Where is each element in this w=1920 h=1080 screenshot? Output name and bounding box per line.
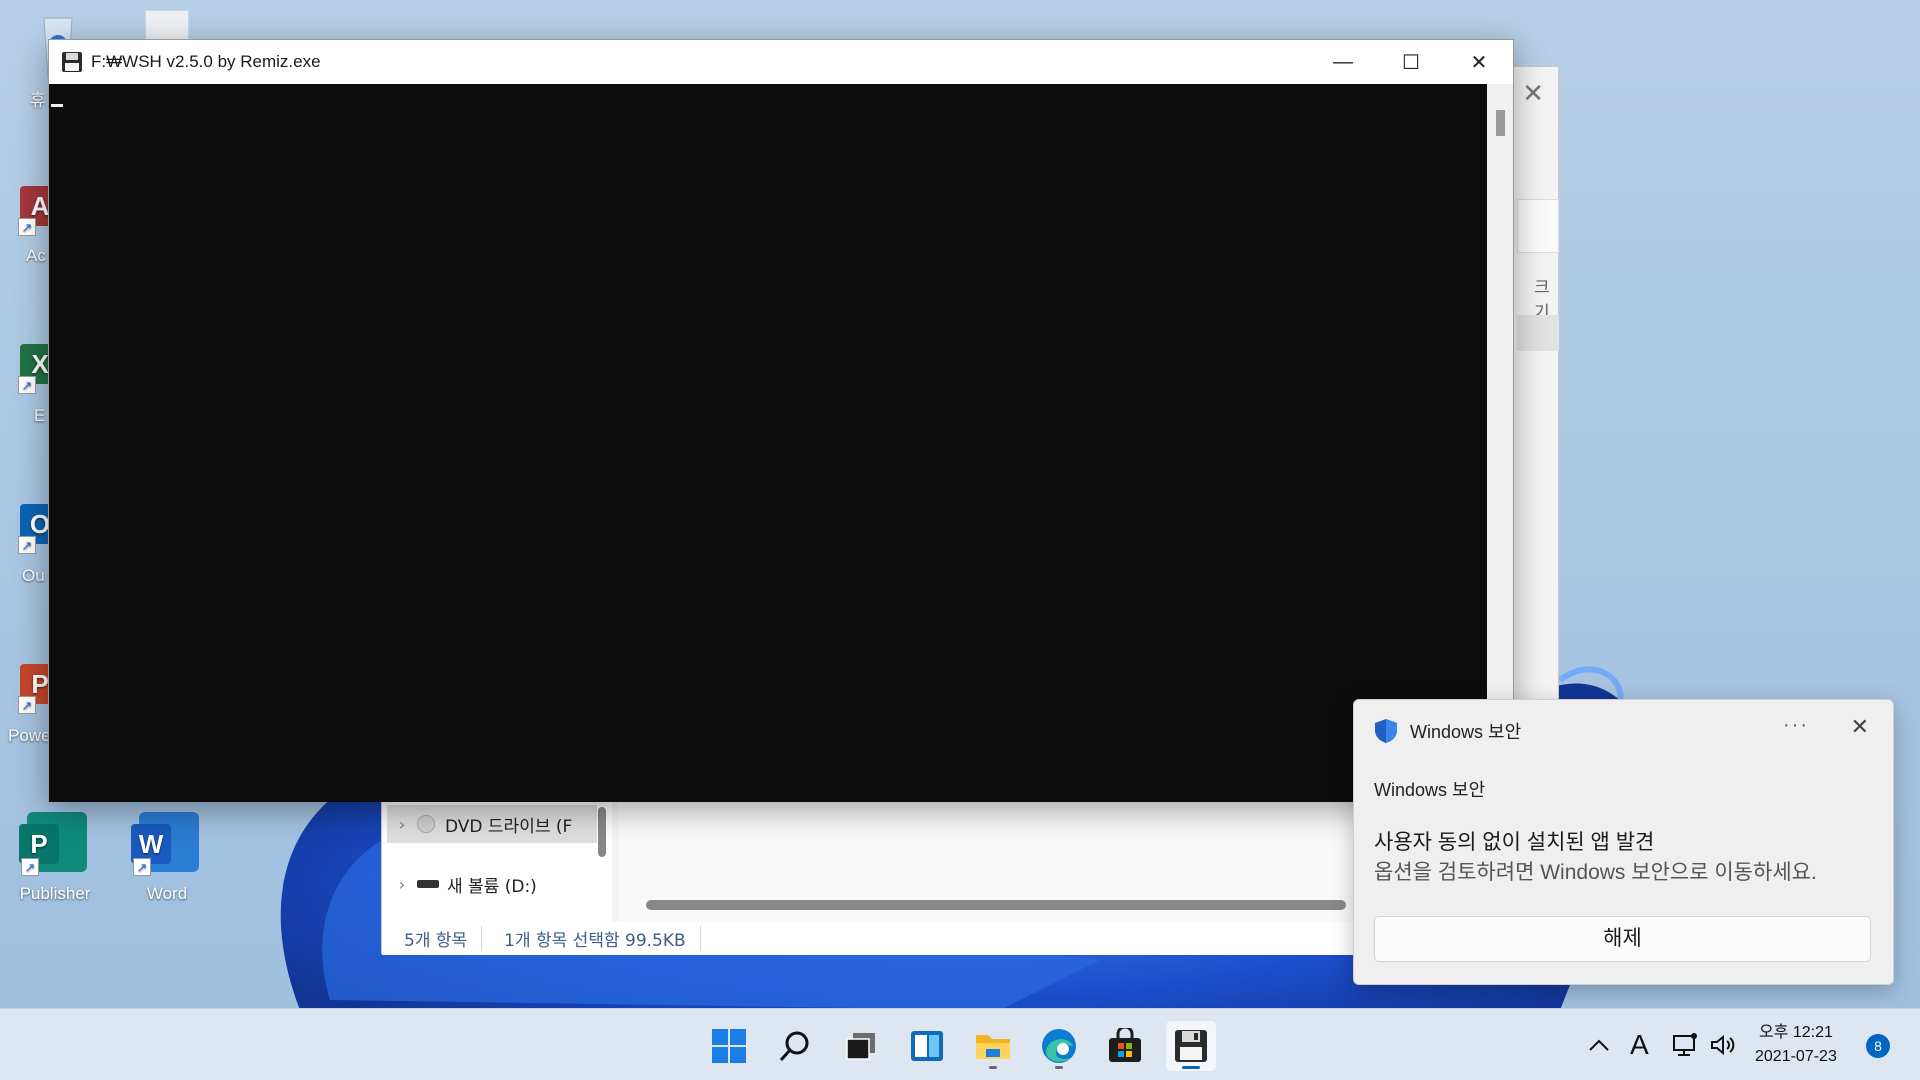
notification-header: Windows 보안 [1374, 718, 1521, 744]
desktop-icon-label: 휴 [30, 91, 46, 110]
nav-item-dvd-drive[interactable]: › DVD 드라이브 (F [387, 805, 597, 843]
maximize-button[interactable]: ☐ [1377, 40, 1445, 84]
ime-indicator[interactable]: A [1630, 1009, 1649, 1080]
console-output-area[interactable] [49, 84, 1489, 802]
console-window[interactable]: F:₩WSH v2.5.0 by Remiz.exe — ☐ ✕ [48, 39, 1514, 802]
volume-button[interactable] [1710, 1009, 1736, 1080]
desktop-icon-label: Word [146, 884, 188, 903]
floppy-app-button[interactable] [1166, 1021, 1216, 1071]
notification-count-badge[interactable]: 8 [1866, 1034, 1890, 1058]
word-icon: W ↗ [131, 806, 203, 878]
desktop-icon-label: Ou [22, 566, 45, 585]
edge-icon [1042, 1029, 1076, 1063]
running-indicator [989, 1066, 997, 1069]
console-titlebar[interactable]: F:₩WSH v2.5.0 by Remiz.exe — ☐ ✕ [49, 40, 1513, 84]
nav-item-new-volume-d[interactable]: › 새 볼륨 (D:) [387, 865, 597, 903]
desktop-icon-label: Powe [8, 726, 51, 745]
task-view-icon [846, 1033, 875, 1060]
file-explorer-icon [976, 1035, 1010, 1059]
explorer-close-button[interactable]: ✕ [1522, 79, 1544, 109]
nav-pane-scrollbar[interactable] [598, 807, 606, 857]
start-button[interactable] [704, 1021, 754, 1071]
chevron-right-icon[interactable]: › [387, 815, 417, 834]
nav-item-label: DVD 드라이브 (F [445, 816, 573, 837]
more-options-button[interactable]: ··· [1783, 714, 1809, 737]
notification-title: 사용자 동의 없이 설치된 앱 발견 [1374, 831, 1655, 854]
window-title: F:₩WSH v2.5.0 by Remiz.exe [91, 52, 321, 71]
desktop-icon-word[interactable]: W ↗ Word [112, 806, 222, 904]
item-count: 5개 항목 [382, 926, 483, 951]
show-hidden-icons-button[interactable] [1588, 1009, 1610, 1080]
edge-button[interactable] [1034, 1021, 1084, 1071]
running-indicator [1055, 1066, 1063, 1069]
horizontal-scrollbar[interactable] [646, 900, 1346, 910]
notification-close-button[interactable]: ✕ [1851, 714, 1869, 740]
scrollbar-thumb[interactable] [1496, 110, 1505, 136]
console-scrollbar[interactable] [1487, 84, 1513, 802]
clock-time: 오후 12:21 [1758, 1024, 1833, 1041]
clock-date: 2021-07-23 [1755, 1048, 1837, 1065]
dvd-drive-icon [417, 815, 435, 833]
notification-app-name: Windows 보안 [1410, 722, 1522, 742]
explorer-search-box[interactable] [1517, 199, 1559, 253]
floppy-app-icon [1175, 1030, 1207, 1062]
chevron-right-icon[interactable]: › [387, 875, 417, 894]
task-view-button[interactable] [836, 1021, 886, 1071]
widgets-icon [911, 1031, 943, 1061]
start-icon [712, 1029, 746, 1063]
search-icon [779, 1031, 809, 1062]
network-button[interactable] [1672, 1009, 1700, 1080]
speaker-icon [1711, 1034, 1735, 1056]
minimize-button[interactable]: — [1309, 40, 1377, 84]
shield-icon [1375, 719, 1397, 743]
desktop-icon-label: Publisher [19, 884, 91, 903]
taskbar: A 오후 12:21 2021-07-23 [0, 1008, 1920, 1080]
active-indicator [1182, 1066, 1200, 1069]
desktop-icon-label: E [34, 406, 46, 425]
dismiss-button[interactable]: 해제 [1374, 916, 1871, 962]
store-icon [1109, 1028, 1141, 1062]
selection-info: 1개 항목 선택함 99.5KB [482, 926, 701, 951]
selected-row[interactable] [1517, 315, 1559, 351]
drive-icon [417, 880, 439, 888]
clock[interactable]: 오후 12:21 2021-07-23 [1755, 1021, 1837, 1069]
desktop-icon-label: Ac [26, 246, 46, 265]
publisher-icon: P ↗ [19, 806, 91, 878]
widgets-button[interactable] [902, 1021, 952, 1071]
chevron-up-icon [1589, 1039, 1609, 1051]
notification-sender: Windows 보안 [1374, 780, 1486, 800]
floppy-disk-icon [62, 52, 82, 72]
file-explorer-button[interactable] [968, 1021, 1018, 1071]
nav-item-label: 새 볼륨 (D:) [447, 876, 537, 897]
desktop-icon-publisher[interactable]: P ↗ Publisher [0, 806, 110, 904]
store-button[interactable] [1100, 1021, 1150, 1071]
navigation-pane: › DVD 드라이브 (F › 새 볼륨 (D:) [382, 797, 612, 927]
windows-security-notification[interactable]: Windows 보안 ··· ✕ Windows 보안 사용자 동의 없이 설치… [1353, 699, 1894, 985]
network-icon [1673, 1033, 1697, 1056]
notification-body: 옵션을 검토하려면 Windows 보안으로 이동하세요. [1374, 861, 1817, 884]
search-button[interactable] [770, 1021, 820, 1071]
text-cursor [51, 104, 63, 107]
close-button[interactable]: ✕ [1445, 40, 1513, 84]
